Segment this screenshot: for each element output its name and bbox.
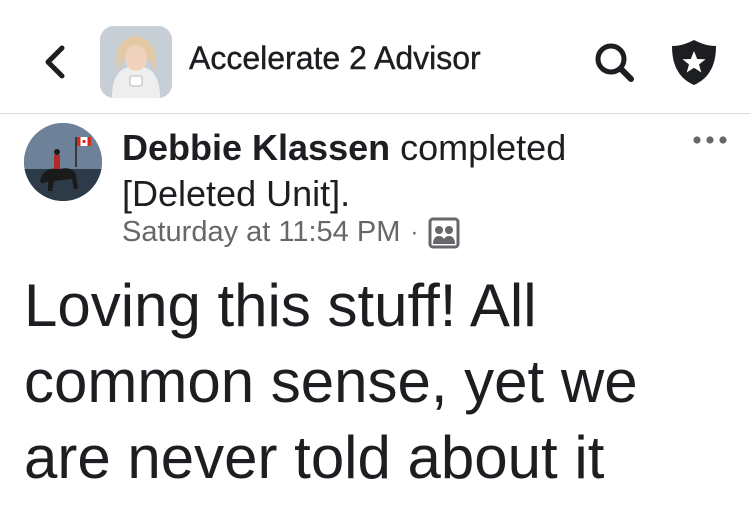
post-headline: Debbie Klassen completed [Deleted Unit].	[122, 125, 642, 217]
post-meta: Saturday at 11:54 PM ·	[122, 216, 460, 249]
search-icon	[595, 43, 634, 82]
group-title[interactable]: Accelerate 2 Advisor	[189, 40, 481, 77]
group-avatar[interactable]	[100, 26, 172, 98]
meta-separator: ·	[410, 218, 419, 246]
post-options-button[interactable]	[692, 130, 728, 150]
author-name[interactable]: Debbie Klassen	[122, 127, 390, 168]
post-unit: [Deleted Unit].	[122, 173, 351, 214]
chevron-left-icon	[45, 45, 65, 79]
back-button[interactable]	[40, 44, 72, 80]
more-horizontal-icon	[693, 136, 727, 144]
post-body-text: Loving this stuff! All common sense, yet…	[24, 272, 638, 491]
author-avatar[interactable]	[24, 123, 102, 201]
app-header: Accelerate 2 Advisor	[0, 0, 750, 114]
author-avatar-image	[24, 123, 102, 201]
group-members-icon[interactable]	[428, 217, 460, 249]
shield-star-icon	[672, 40, 716, 85]
group-avatar-image	[100, 26, 172, 98]
admin-tools-button[interactable]	[670, 38, 718, 86]
post-action: completed	[400, 127, 567, 168]
search-button[interactable]	[592, 40, 636, 84]
post-timestamp[interactable]: Saturday at 11:54 PM	[122, 216, 400, 249]
